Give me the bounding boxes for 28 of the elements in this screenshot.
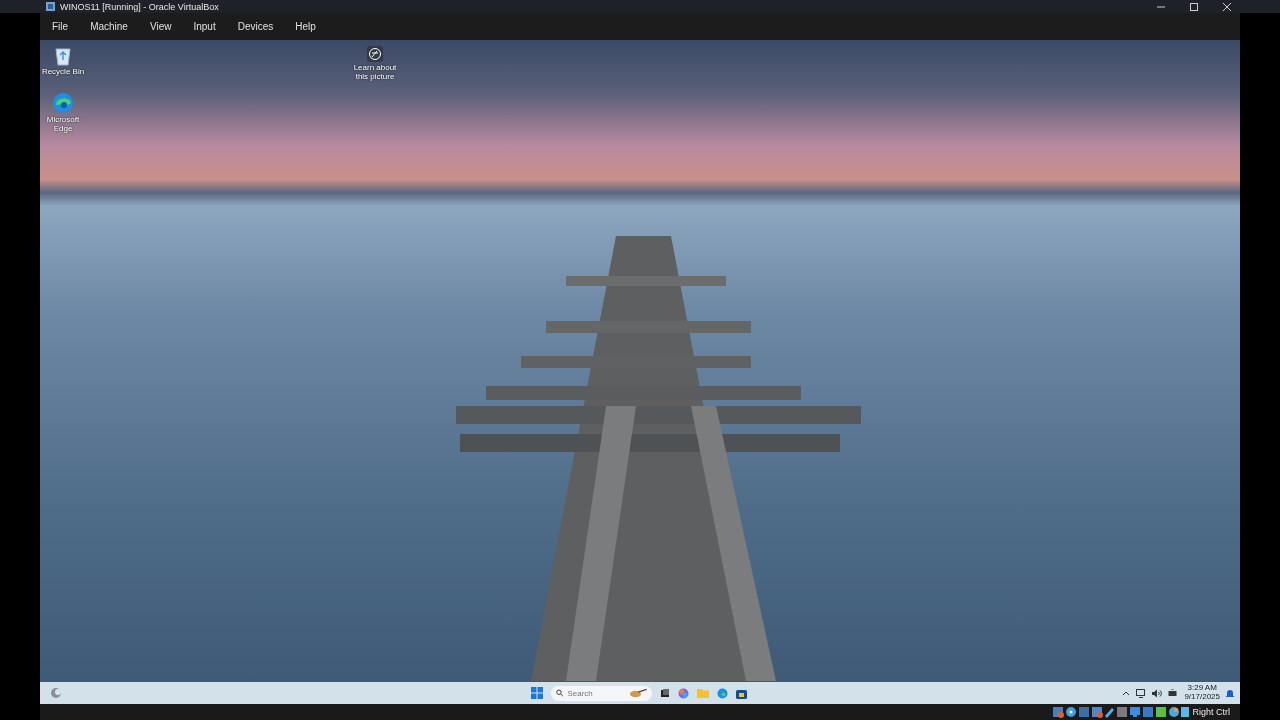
browser-icon[interactable] [52, 92, 74, 115]
clock-date[interactable]: 9/17/2025 [1184, 693, 1220, 702]
host-key-label: Right Ctrl [1192, 707, 1230, 717]
menu-item[interactable]: View [141, 21, 186, 32]
search-box[interactable]: Search [551, 685, 652, 701]
store-icon[interactable] [736, 687, 747, 699]
menu-item[interactable]: Devices [229, 21, 288, 32]
window-title: WINOS11 [Running] - Oracle VirtualBox [60, 1, 219, 12]
browser-icon[interactable] [717, 687, 728, 699]
recycle-bin-icon[interactable] [54, 46, 72, 66]
desktop-icon-label[interactable]: Microsoft Edge [40, 115, 86, 134]
search-field[interactable]: Search [567, 688, 626, 698]
start-icon[interactable] [531, 687, 543, 699]
search-icon [556, 689, 564, 697]
network-icon[interactable] [1136, 688, 1147, 698]
menu-item[interactable]: File [44, 21, 83, 32]
bell-icon[interactable] [1226, 688, 1234, 698]
speaker-icon[interactable] [1152, 688, 1163, 698]
menu-item[interactable]: Input [185, 21, 230, 32]
clock-time[interactable]: 3:29 AM [1187, 684, 1217, 693]
wallpaper-info-label[interactable]: Learn about this picture [348, 63, 402, 82]
chevron-up-icon[interactable] [1122, 690, 1131, 696]
menu-item[interactable]: Machine [82, 21, 142, 32]
app-icon [45, 1, 56, 12]
menu-item[interactable]: Help [287, 21, 330, 32]
close-icon[interactable] [1222, 1, 1232, 12]
maximize-icon[interactable] [1189, 1, 1199, 12]
desktop-icon-label[interactable]: Recycle Bin [40, 67, 86, 77]
